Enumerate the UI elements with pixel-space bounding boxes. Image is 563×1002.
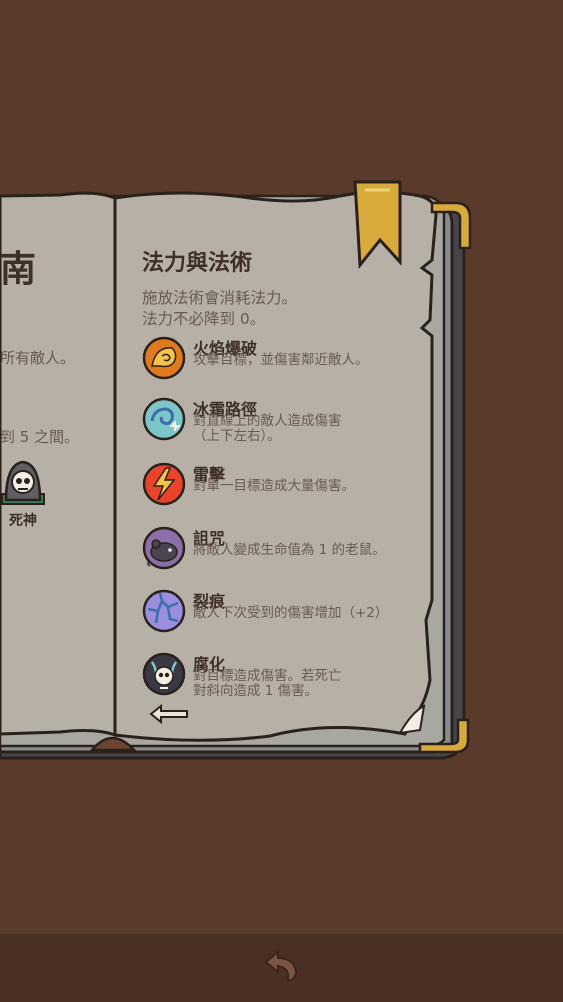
previous-page-button[interactable] bbox=[147, 702, 191, 726]
spell-fire-blast[interactable]: 火焰爆破 攻擊目標，並傷害鄰近敵人。 bbox=[142, 336, 432, 386]
spell-corruption[interactable]: 腐化 對目標造成傷害。若死亡 對斜向造成 1 傷害。 bbox=[142, 652, 432, 702]
spell-desc: 敵人下次受到的傷害增加（+2） bbox=[193, 605, 389, 621]
death-monster-card[interactable] bbox=[0, 460, 46, 508]
curse-icon bbox=[142, 526, 186, 570]
intro-line: 施放法術會消耗法力。 bbox=[142, 289, 298, 307]
spell-desc: 對目標造成傷害。若死亡 bbox=[193, 668, 342, 684]
left-page-text: 所有敵人。 bbox=[0, 349, 76, 367]
lightning-icon bbox=[142, 462, 186, 506]
back-button[interactable] bbox=[258, 946, 304, 986]
spell-desc: 攻擊目標，並傷害鄰近敵人。 bbox=[193, 352, 369, 368]
crack-icon bbox=[142, 589, 186, 633]
return-arrow-icon bbox=[264, 949, 298, 982]
corruption-icon bbox=[142, 652, 186, 696]
spell-frost-path[interactable]: 冰霜路徑 對直線上的敵人造成傷害 （上下左右）。 bbox=[142, 397, 432, 447]
left-page-text: 到 5 之間。 bbox=[0, 428, 80, 446]
left-arrow-icon bbox=[149, 703, 188, 725]
spell-desc: 將敵人變成生命值為 1 的老鼠。 bbox=[193, 542, 386, 558]
spell-lightning[interactable]: 雷擊 對單一目標造成大量傷害。 bbox=[142, 462, 432, 512]
monster-name: 死神 bbox=[9, 513, 37, 529]
skull-reaper-icon bbox=[1, 460, 45, 505]
intro-line: 法力不必降到 0。 bbox=[142, 310, 266, 328]
left-page-title: 南 bbox=[0, 249, 37, 290]
spell-curse[interactable]: 詛咒 將敵人變成生命值為 1 的老鼠。 bbox=[142, 526, 432, 576]
page-title: 法力與法術 bbox=[142, 251, 253, 276]
frost-path-icon bbox=[142, 397, 186, 441]
spell-desc: 對單一目標造成大量傷害。 bbox=[193, 478, 355, 494]
fire-blast-icon bbox=[142, 336, 186, 380]
spell-desc: （上下左右）。 bbox=[193, 428, 281, 444]
spell-desc: 對斜向造成 1 傷害。 bbox=[193, 683, 319, 699]
spell-crack[interactable]: 裂痕 敵人下次受到的傷害增加（+2） bbox=[142, 589, 432, 639]
spell-desc: 對直線上的敵人造成傷害 bbox=[193, 413, 342, 429]
